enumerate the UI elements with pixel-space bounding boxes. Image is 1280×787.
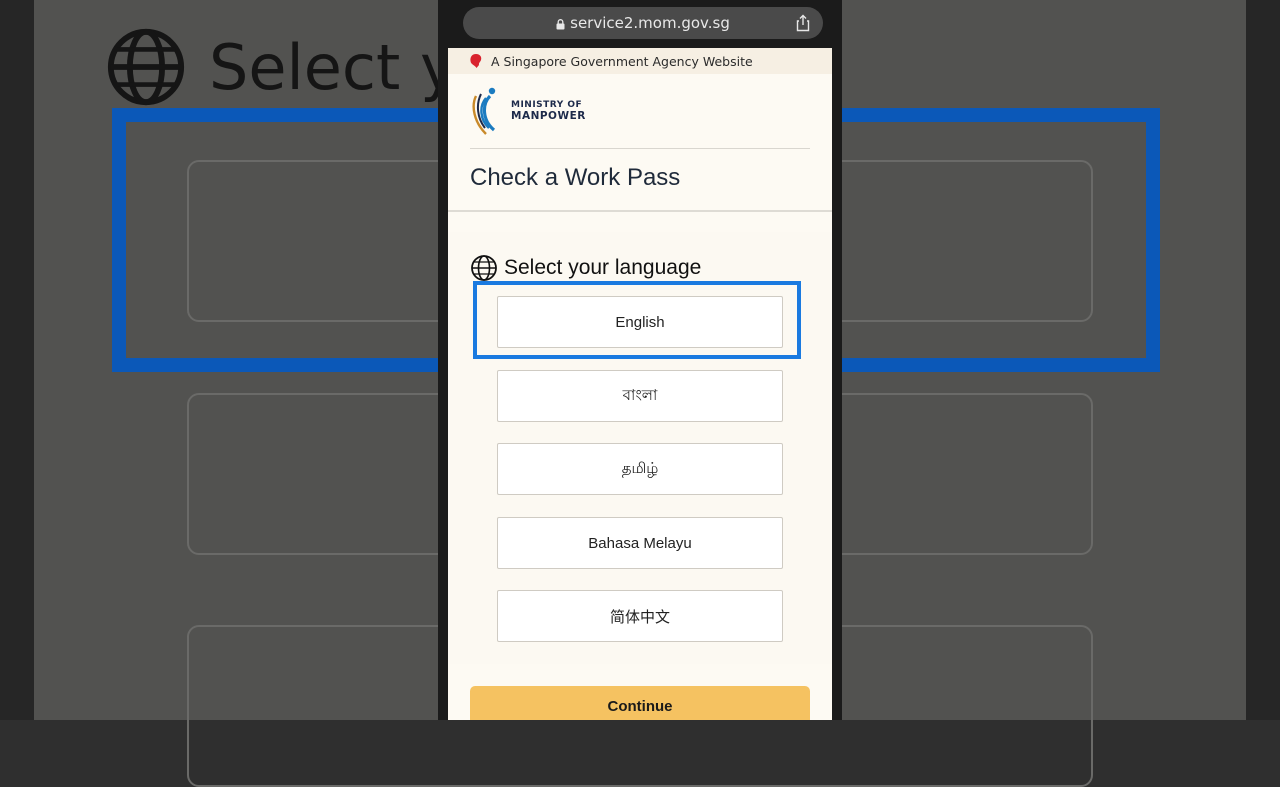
lock-icon — [556, 18, 565, 29]
gov-banner-text: A Singapore Government Agency Website — [491, 53, 753, 69]
page-title: Check a Work Pass — [470, 164, 681, 191]
globe-icon — [107, 28, 185, 106]
language-option-malay[interactable]: Bahasa Melayu — [497, 517, 783, 569]
address-bar[interactable]: service2.mom.gov.sg — [463, 7, 823, 39]
continue-button[interactable]: Continue — [470, 686, 810, 720]
logo-wordmark: MINISTRY OF MANPOWER — [511, 100, 586, 122]
language-option-tamil[interactable]: தமிழ் — [497, 443, 783, 495]
mom-logo-mark-icon — [472, 87, 496, 135]
mom-logo[interactable]: MINISTRY OF MANPOWER — [470, 84, 586, 138]
lion-head-icon — [470, 54, 482, 68]
url-text: service2.mom.gov.sg — [570, 14, 730, 32]
background-heading: Select y — [105, 26, 457, 108]
language-option-chinese[interactable]: 简体中文 — [497, 590, 783, 642]
language-heading-text: Select your language — [504, 256, 702, 279]
globe-icon — [471, 255, 497, 281]
web-page: A Singapore Government Agency Website MI… — [448, 48, 832, 720]
phone-screen: service2.mom.gov.sg A Singapore Governme… — [438, 0, 842, 720]
logo-line-2: MANPOWER — [511, 110, 586, 122]
language-option-bengali[interactable]: বাংলা — [497, 370, 783, 422]
share-icon[interactable] — [795, 14, 811, 32]
background-heading-text: Select y — [209, 30, 457, 104]
header-divider — [470, 148, 810, 149]
language-selector: Select your language English বাংলা தமிழ்… — [448, 232, 832, 664]
title-divider — [448, 210, 832, 212]
language-heading: Select your language — [470, 254, 701, 282]
gov-banner: A Singapore Government Agency Website — [448, 48, 832, 74]
language-option-english[interactable]: English — [497, 296, 783, 348]
